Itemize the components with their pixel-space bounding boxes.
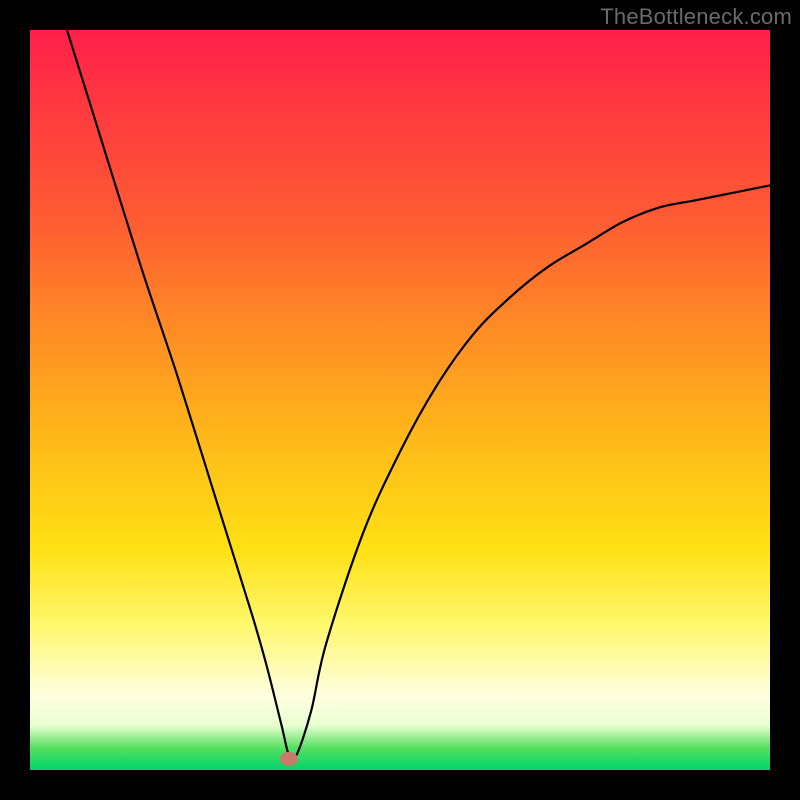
watermark-text: TheBottleneck.com: [600, 4, 792, 30]
bottleneck-curve-svg: [30, 30, 770, 770]
chart-frame: TheBottleneck.com: [0, 0, 800, 800]
minimum-marker: [280, 752, 298, 766]
bottleneck-curve: [67, 30, 770, 760]
plot-area: [30, 30, 770, 770]
